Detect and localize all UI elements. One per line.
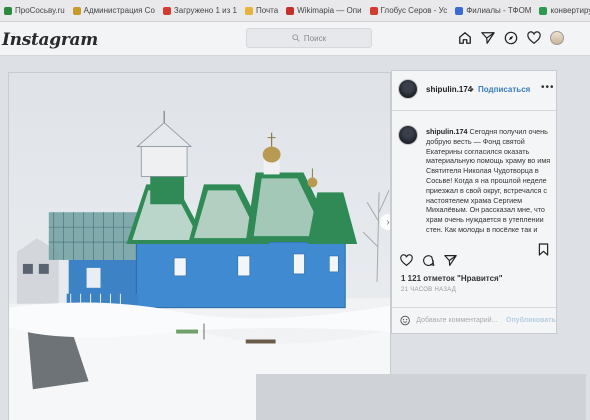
caption-avatar[interactable] [398, 125, 418, 145]
profile-avatar[interactable] [550, 31, 564, 45]
chevron-right-icon: › [386, 216, 390, 228]
follow-button[interactable]: Подписаться [478, 85, 530, 94]
bookmark-label: конвертируйте мн [550, 6, 590, 15]
post-page: › shipulin.174 • Подписаться ••• shipuli… [0, 56, 590, 420]
like-heart-icon[interactable] [400, 254, 413, 267]
search-placeholder: Поиск [303, 33, 327, 43]
post-actions [400, 254, 457, 267]
post-timestamp: 21 ЧАСОВ НАЗАД [401, 287, 457, 293]
bookmark-label: Администрация Со [83, 6, 155, 15]
bookmark-label: Загружено 1 из 1 [173, 6, 237, 15]
smiley-icon[interactable] [400, 315, 410, 326]
comment-icon[interactable] [422, 254, 435, 267]
bookmark-label: Филиалы - ТФОМ [466, 6, 532, 15]
bookmark-item[interactable]: Филиалы - ТФОМ [455, 6, 531, 15]
comment-input[interactable]: Добавьте комментарий... [416, 317, 500, 324]
comment-box: Добавьте комментарий... Опубликовать [392, 307, 556, 333]
church-photo [9, 73, 390, 420]
search-icon [292, 34, 300, 42]
related-posts-strip [256, 374, 586, 420]
heart-icon[interactable] [527, 31, 541, 45]
bookmark-label: Глобус Серов - Ус [380, 6, 448, 15]
bookmark-favicon [72, 6, 81, 15]
bookmark-item[interactable]: Загружено 1 из 1 [162, 6, 237, 15]
post-details-panel: shipulin.174 • Подписаться ••• shipulin.… [391, 70, 557, 334]
bookmark-favicon [4, 6, 12, 15]
bookmark-favicon [244, 6, 253, 15]
bookmark-favicon [455, 6, 464, 15]
bookmark-label: Почта [255, 6, 279, 15]
compass-icon[interactable] [504, 31, 518, 45]
instagram-header: Instagram Поиск [0, 22, 590, 56]
bookmark-item[interactable]: Wikimapia — Опи [286, 6, 362, 15]
more-options-icon[interactable]: ••• [541, 82, 555, 93]
post-username[interactable]: shipulin.174 [426, 85, 472, 94]
post-image[interactable]: › [8, 72, 391, 420]
bookmarks-bar: ПроСосьву.ru Администрация Со Загружено 1 … [0, 0, 590, 22]
bookmark-label: Wikimapia — Опи [297, 6, 362, 15]
bookmark-item[interactable]: Почта [244, 6, 279, 15]
bookmark-item[interactable]: Глобус Серов - Ус [369, 6, 448, 15]
post-header: shipulin.174 • Подписаться ••• [392, 71, 556, 111]
bookmark-item[interactable]: Администрация Со [72, 6, 155, 15]
bookmark-favicon [539, 6, 548, 15]
bookmark-favicon [162, 6, 171, 15]
likes-count[interactable]: 1 121 отметок "Нравится" [401, 274, 503, 283]
bookmark-item[interactable]: конвертируйте мн [539, 6, 590, 15]
bookmark-item[interactable]: ПроСосьву.ru [4, 6, 65, 15]
bookmark-favicon [286, 6, 295, 15]
instagram-logo[interactable]: Instagram [2, 30, 98, 50]
home-icon[interactable] [458, 31, 472, 45]
bookmark-favicon [369, 6, 378, 15]
separator-dot: • [471, 85, 474, 94]
save-button[interactable] [538, 243, 549, 256]
bookmark-label: ПроСосьву.ru [15, 6, 65, 15]
bookmark-icon [538, 243, 549, 256]
caption-text: Сегодня получил очень добрую весть — Фон… [426, 127, 551, 234]
share-icon[interactable] [444, 254, 457, 267]
user-avatar[interactable] [398, 79, 418, 99]
direct-icon[interactable] [481, 31, 495, 45]
publish-button[interactable]: Опубликовать [506, 317, 556, 324]
nav-icons [458, 31, 564, 45]
post-caption: shipulin.174 Сегодня получил очень добру… [426, 127, 552, 247]
next-photo-button[interactable]: › [380, 214, 390, 230]
caption-username[interactable]: shipulin.174 [426, 127, 468, 136]
search-input[interactable]: Поиск [246, 28, 372, 48]
